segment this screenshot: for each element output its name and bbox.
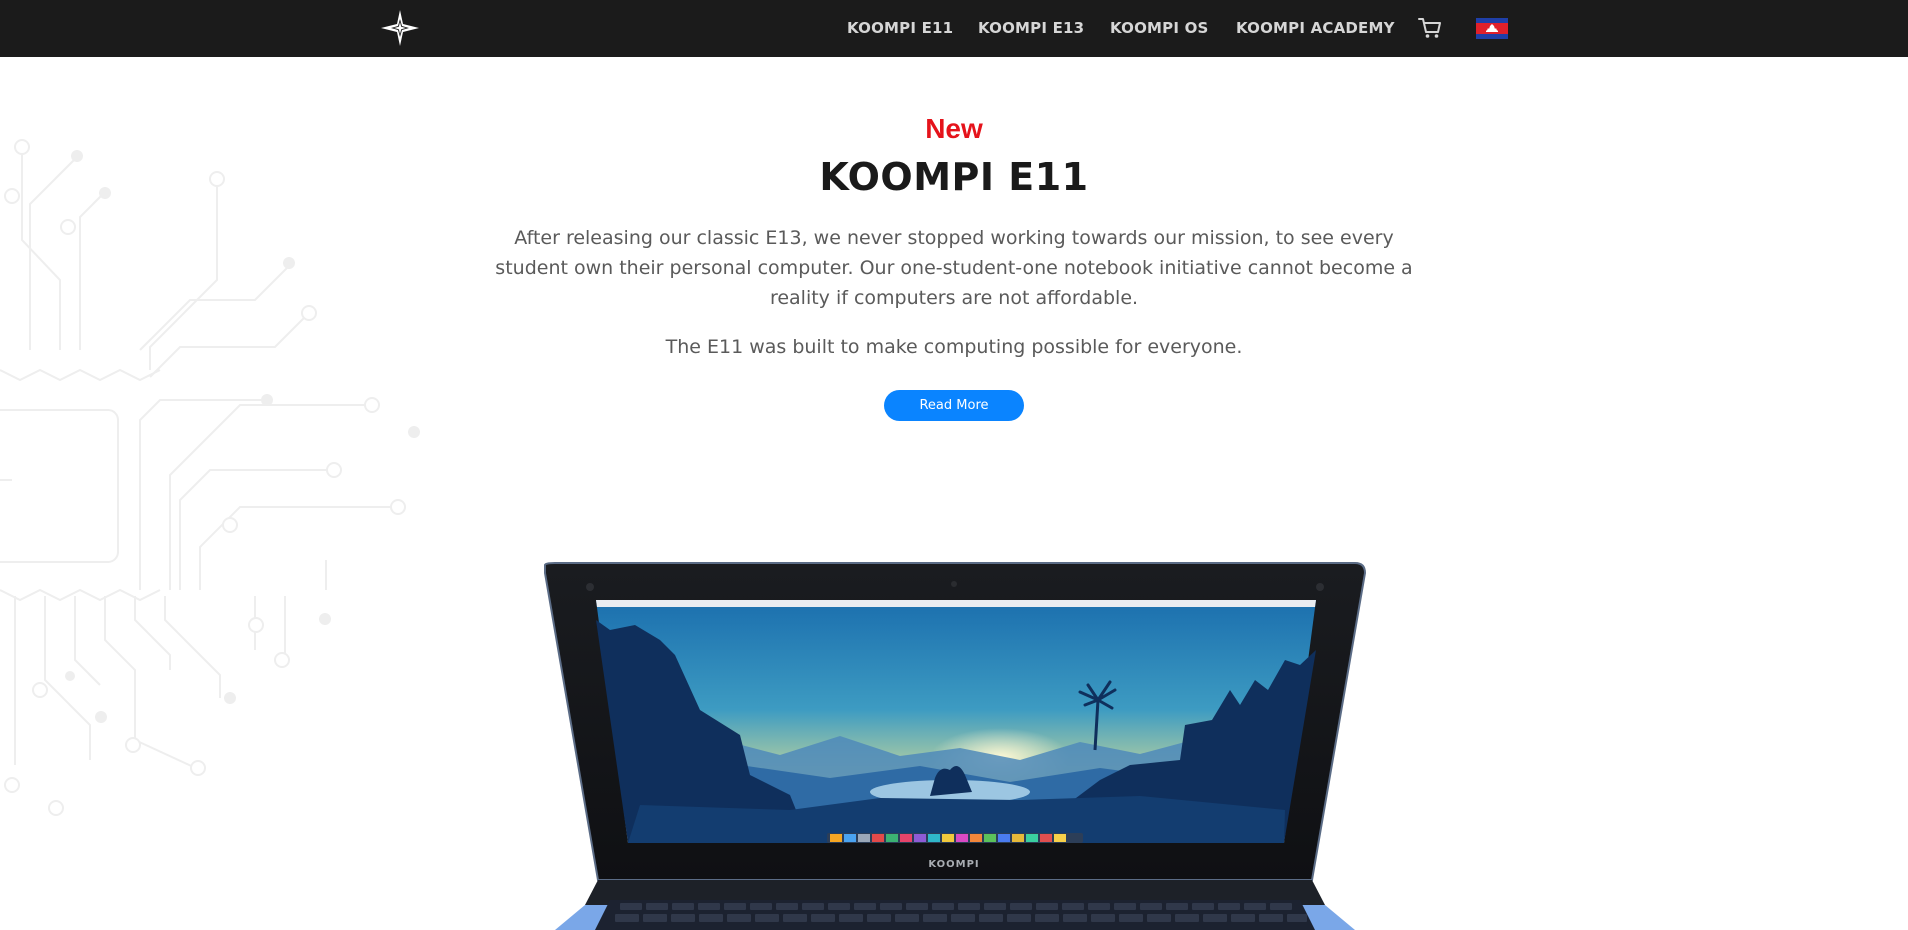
- koompi-logo-icon[interactable]: [381, 10, 419, 46]
- circuit-background-decoration: [0, 139, 420, 816]
- new-tag-label: New: [925, 113, 983, 144]
- nav-link-koompi-e11[interactable]: KOOMPI E11: [847, 19, 953, 37]
- laptop-product-image: [544, 562, 1367, 930]
- intro-paragraph: After releasing our classic E13, we neve…: [495, 227, 1413, 309]
- read-more-button[interactable]: Read More: [884, 390, 1024, 421]
- laptop-bezel-brand: KOOMPI: [928, 859, 980, 870]
- nav-link-koompi-e13[interactable]: KOOMPI E13: [978, 19, 1084, 37]
- tagline-paragraph: The E11 was built to make computing poss…: [665, 336, 1243, 358]
- top-navbar: KOOMPI E11 KOOMPI E13 KOOMPI OS KOOMPI A…: [0, 0, 1908, 57]
- nav-link-koompi-os[interactable]: KOOMPI OS: [1110, 19, 1209, 37]
- page-title: KOOMPI E11: [819, 155, 1089, 199]
- cart-icon[interactable]: [1418, 17, 1442, 39]
- cambodia-flag-icon[interactable]: [1476, 18, 1508, 39]
- nav-link-koompi-academy[interactable]: KOOMPI ACADEMY: [1236, 19, 1395, 37]
